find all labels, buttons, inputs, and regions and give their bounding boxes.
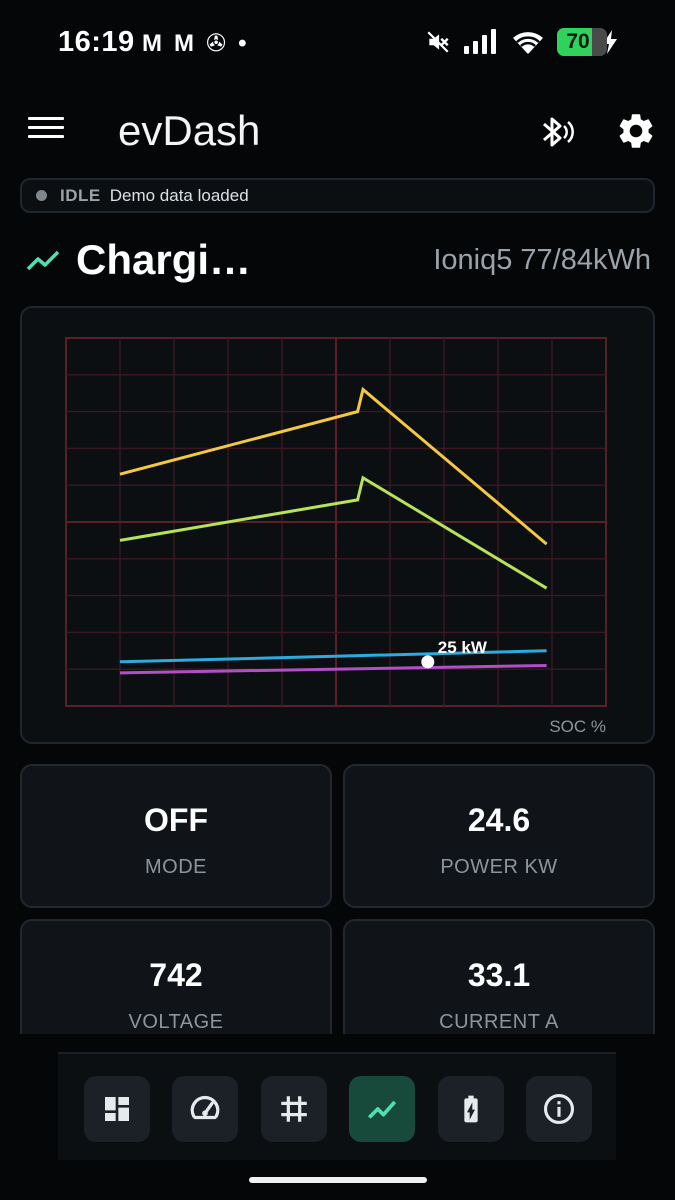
chart-svg: 25 kW SOC % [65,337,607,736]
stat-card-current[interactable]: 33.1 CURRENT A [343,919,655,1034]
status-dot-icon [36,190,47,201]
trend-icon [26,250,60,271]
status-message: Demo data loaded [109,185,249,205]
dashboard-icon [105,1097,129,1121]
car-model: Ioniq5 77/84kWh [433,244,651,276]
mute-icon [427,31,449,53]
section-header: Chargi… Ioniq5 77/84kWh [0,232,675,290]
battery-icon: 70 [557,28,619,56]
chart-xlabel: SOC % [549,717,606,736]
chart-series [119,386,548,675]
status-time: 16:19 [58,26,135,58]
signal-icon [464,29,496,54]
series-line-1 [119,386,548,546]
gear-icon[interactable] [615,110,657,152]
stat-card-power[interactable]: 24.6 POWER KW [343,764,655,908]
fan-icon: ✇ [206,30,227,57]
nav-info[interactable] [526,1076,592,1142]
nav-charging[interactable] [349,1076,415,1142]
stat-value: OFF [144,802,208,838]
stat-label: CURRENT A [439,1011,559,1033]
bottom-navigation [58,1052,616,1160]
chart-marker-point [421,655,435,669]
stat-value: 33.1 [467,957,531,993]
gmail-icon: M [142,30,162,57]
nav-battery[interactable] [438,1076,504,1142]
wifi-icon [513,32,543,54]
info-icon [543,1093,575,1125]
app-title: evDash [118,107,261,154]
stat-card-mode[interactable]: OFF MODE [20,764,332,908]
more-notifications-icon: • [238,30,247,57]
nav-cells[interactable] [261,1076,327,1142]
connection-status: IDLE Demo data loaded [20,178,655,213]
status-bar: 16:19 M M ✇ • 70 [0,0,675,88]
chart-marker-label: 25 kW [438,638,488,657]
stat-value: 24.6 [467,802,531,838]
bluetooth-icon[interactable] [536,112,576,152]
system-icons: 70 [425,28,619,56]
chart-icon [367,1100,397,1119]
app-bar: evDash [0,95,675,171]
home-indicator[interactable] [249,1177,427,1183]
charging-chart[interactable]: 25 kW SOC % [20,306,655,744]
stat-label: POWER KW [440,856,558,878]
stats-grid: OFF MODE 24.6 POWER KW 742 VOLTAGE 33.1 … [0,762,675,1034]
notification-icons: M M ✇ • [142,30,247,58]
nav-dashboard[interactable] [84,1076,150,1142]
nav-speed[interactable] [172,1076,238,1142]
battery-percent: 70 [566,30,590,53]
series-line-2 [119,475,548,590]
battery-icon [464,1095,478,1123]
menu-icon[interactable] [28,117,64,147]
grid-icon [281,1096,307,1122]
stat-label: VOLTAGE [128,1011,224,1033]
stat-value: 742 [149,957,203,993]
speedometer-icon [190,1095,220,1120]
stat-card-voltage[interactable]: 742 VOLTAGE [20,919,332,1034]
page-title: Chargi… [76,236,252,283]
status-state: IDLE [60,185,101,205]
stat-label: MODE [145,856,207,878]
gmail-icon: M [174,30,194,57]
